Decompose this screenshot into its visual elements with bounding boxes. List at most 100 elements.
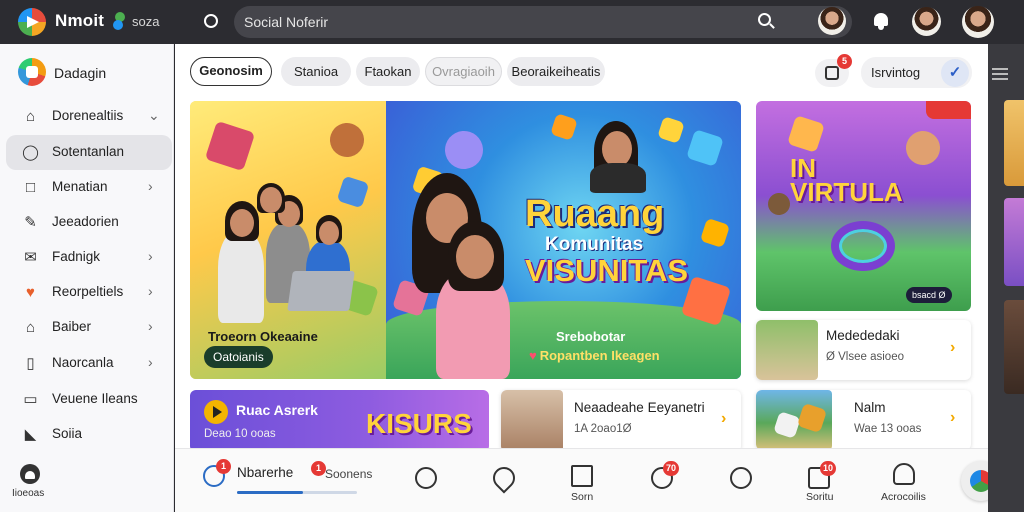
sidebar-item-7[interactable]: ▯ Naorcanla › bbox=[6, 346, 172, 381]
filter-icon bbox=[825, 66, 839, 80]
face bbox=[260, 187, 282, 213]
sidebar-item-label: Sotentanlan bbox=[52, 144, 125, 159]
bottom-nav-item-activity[interactable]: 1 Nbarerhe 1 Soonens bbox=[201, 449, 381, 512]
filter-chip[interactable]: Stanioa bbox=[281, 57, 351, 86]
side-card[interactable]: Nalm Wae 13 ooas › bbox=[756, 390, 971, 450]
hero-caption: Troeorn Okeaaine bbox=[208, 329, 318, 344]
hero-banner[interactable]: Ruaang Komunitas VISUNITAS Troeorn Okeaa… bbox=[190, 101, 741, 379]
sidebar-item-3[interactable]: ✎ Jeeadorien bbox=[6, 205, 172, 240]
bottom-nav-item-gifts[interactable]: 10 Soritu bbox=[802, 449, 846, 512]
sidebar-item-5[interactable]: ♥ Reorpeltiels › bbox=[6, 275, 172, 310]
hero-sub-label: Srebobotar bbox=[556, 329, 626, 344]
hero-sub-link[interactable]: ♥ Ropantben Ikeagen bbox=[529, 348, 660, 363]
bottom-nav-item-account[interactable]: Acrocoilis bbox=[875, 449, 935, 512]
circle-icon[interactable] bbox=[204, 14, 218, 28]
app-logo-icon[interactable] bbox=[18, 8, 46, 36]
brand-mark-icon bbox=[113, 12, 129, 30]
card-meta: Wae 13 ooas bbox=[854, 423, 922, 435]
hero-title: Ruaang bbox=[525, 193, 665, 235]
search-icon[interactable] bbox=[758, 13, 776, 31]
progress-fill bbox=[237, 491, 303, 494]
avatar[interactable] bbox=[912, 7, 941, 36]
sort-dropdown[interactable]: Isrvintog ✓ bbox=[861, 57, 972, 88]
sidebar-item-2[interactable]: □ Menatian › bbox=[6, 170, 172, 205]
ring-decoration bbox=[831, 221, 895, 271]
heart-icon: ♥ bbox=[26, 284, 35, 301]
card-title: Ruac Asrerk bbox=[236, 402, 318, 418]
inbox-icon: ▭ bbox=[23, 391, 38, 408]
chevron-right-icon[interactable]: › bbox=[950, 339, 955, 357]
nav-label: Acrocoilis bbox=[881, 491, 926, 503]
face bbox=[319, 221, 339, 245]
pencil-icon: ✎ bbox=[24, 214, 37, 231]
search-bar bbox=[198, 6, 852, 38]
face-icon bbox=[730, 467, 752, 489]
bottom-nav-item-frame[interactable]: Sorn bbox=[565, 449, 605, 512]
side-card[interactable]: Medededaki Ø Vlsee asioeo › bbox=[756, 320, 971, 380]
sidebar-bottom-label: Iioeoas bbox=[12, 488, 45, 499]
frame-icon bbox=[571, 465, 593, 487]
notification-badge: 1 bbox=[311, 461, 326, 476]
chevron-right-icon: › bbox=[148, 318, 153, 334]
bottom-nav-item-alerts[interactable] bbox=[413, 449, 443, 512]
avatar[interactable] bbox=[818, 7, 846, 35]
promo-tag bbox=[926, 101, 971, 119]
background-thumbnail bbox=[1004, 198, 1024, 286]
sidebar-item-6[interactable]: ⌂ Baiber › bbox=[6, 310, 172, 345]
feature-card[interactable]: Neaadeahe Eeyanetri 1A 2oao1Ø › bbox=[501, 390, 741, 452]
filter-chip[interactable]: Ovragiaoih bbox=[425, 57, 502, 86]
app-subtitle: soza bbox=[132, 14, 160, 29]
promo-card[interactable]: IN VIRTULA bsacd Ø bbox=[756, 101, 971, 311]
app-name: Nmoit bbox=[55, 11, 105, 30]
character-decoration bbox=[901, 126, 945, 170]
background-thumbnail bbox=[1004, 100, 1024, 186]
filter-chip[interactable]: Ftaokan bbox=[356, 57, 420, 86]
chevron-right-icon: › bbox=[148, 248, 153, 264]
file-icon: ▯ bbox=[26, 355, 35, 372]
sidebar-item-8[interactable]: ▭ Veuene Ileans bbox=[6, 382, 172, 417]
filter-chip[interactable]: Geonosim bbox=[190, 57, 272, 86]
bottom-nav-item-likes[interactable]: 70 bbox=[649, 449, 689, 512]
nav-label: Sorn bbox=[571, 491, 594, 503]
notification-badge: 10 bbox=[820, 461, 837, 476]
check-icon[interactable]: ✓ bbox=[941, 59, 969, 87]
nav-label: Nbarerhe bbox=[237, 465, 294, 480]
chevron-right-icon[interactable]: › bbox=[950, 409, 955, 427]
sidebar-item-label: Reorpeltiels bbox=[52, 284, 124, 299]
bookmark-icon: ⌂ bbox=[25, 319, 36, 336]
filter-chip[interactable]: Beoraikeiheatis bbox=[507, 57, 605, 86]
hero-cta-button[interactable]: Oatoianis bbox=[204, 346, 273, 368]
hero-title-secondary: VISUNITAS bbox=[525, 253, 689, 288]
face bbox=[230, 209, 254, 237]
person-icon bbox=[893, 463, 915, 485]
chevron-down-icon: ⌄ bbox=[148, 107, 160, 123]
feature-card[interactable]: Ruac Asrerk Deao 10 ooas KISURS bbox=[190, 390, 489, 452]
sidebar-item-0[interactable]: ⌂ Dorenealtiis ⌄ bbox=[6, 99, 172, 134]
notification-badge: 70 bbox=[663, 461, 680, 476]
sidebar-item-label: Fadnigk bbox=[52, 249, 101, 264]
person-illustration bbox=[218, 231, 264, 323]
search-input[interactable] bbox=[244, 12, 744, 32]
bottom-nav-item-location[interactable] bbox=[488, 449, 521, 512]
sidebar-item-1[interactable]: ◯ Sotentanlan bbox=[6, 135, 172, 170]
search-field[interactable] bbox=[234, 6, 852, 38]
sidebar-item-label: Dorenealtiis bbox=[52, 108, 124, 123]
chevron-right-icon[interactable]: › bbox=[721, 410, 726, 428]
sidebar: Dadagin ⌂ Dorenealtiis ⌄ ◯ Sotentanlan □… bbox=[0, 44, 174, 512]
bottom-profile-icon[interactable] bbox=[20, 464, 40, 484]
menu-icon[interactable] bbox=[992, 68, 1008, 70]
sidebar-item-4[interactable]: ✉ Fadnigk › bbox=[6, 240, 172, 275]
sidebar-title: Dadagin bbox=[54, 65, 107, 81]
progress-track[interactable] bbox=[237, 491, 357, 494]
notification-badge: 5 bbox=[837, 54, 852, 69]
filter-button[interactable]: 5 bbox=[815, 54, 852, 87]
play-icon[interactable] bbox=[204, 400, 228, 424]
sidebar-item-9[interactable]: ◣ Soiia bbox=[6, 417, 172, 452]
card-title: Medededaki bbox=[826, 328, 900, 343]
main-content: Geonosim Stanioa Ftaokan Ovragiaoih Beor… bbox=[175, 44, 988, 512]
profile-avatar[interactable] bbox=[962, 6, 994, 38]
laptop-illustration bbox=[287, 271, 355, 311]
bell-icon[interactable] bbox=[871, 11, 891, 31]
chevron-right-icon: › bbox=[148, 354, 153, 370]
bottom-nav-item-reactions[interactable] bbox=[728, 449, 758, 512]
